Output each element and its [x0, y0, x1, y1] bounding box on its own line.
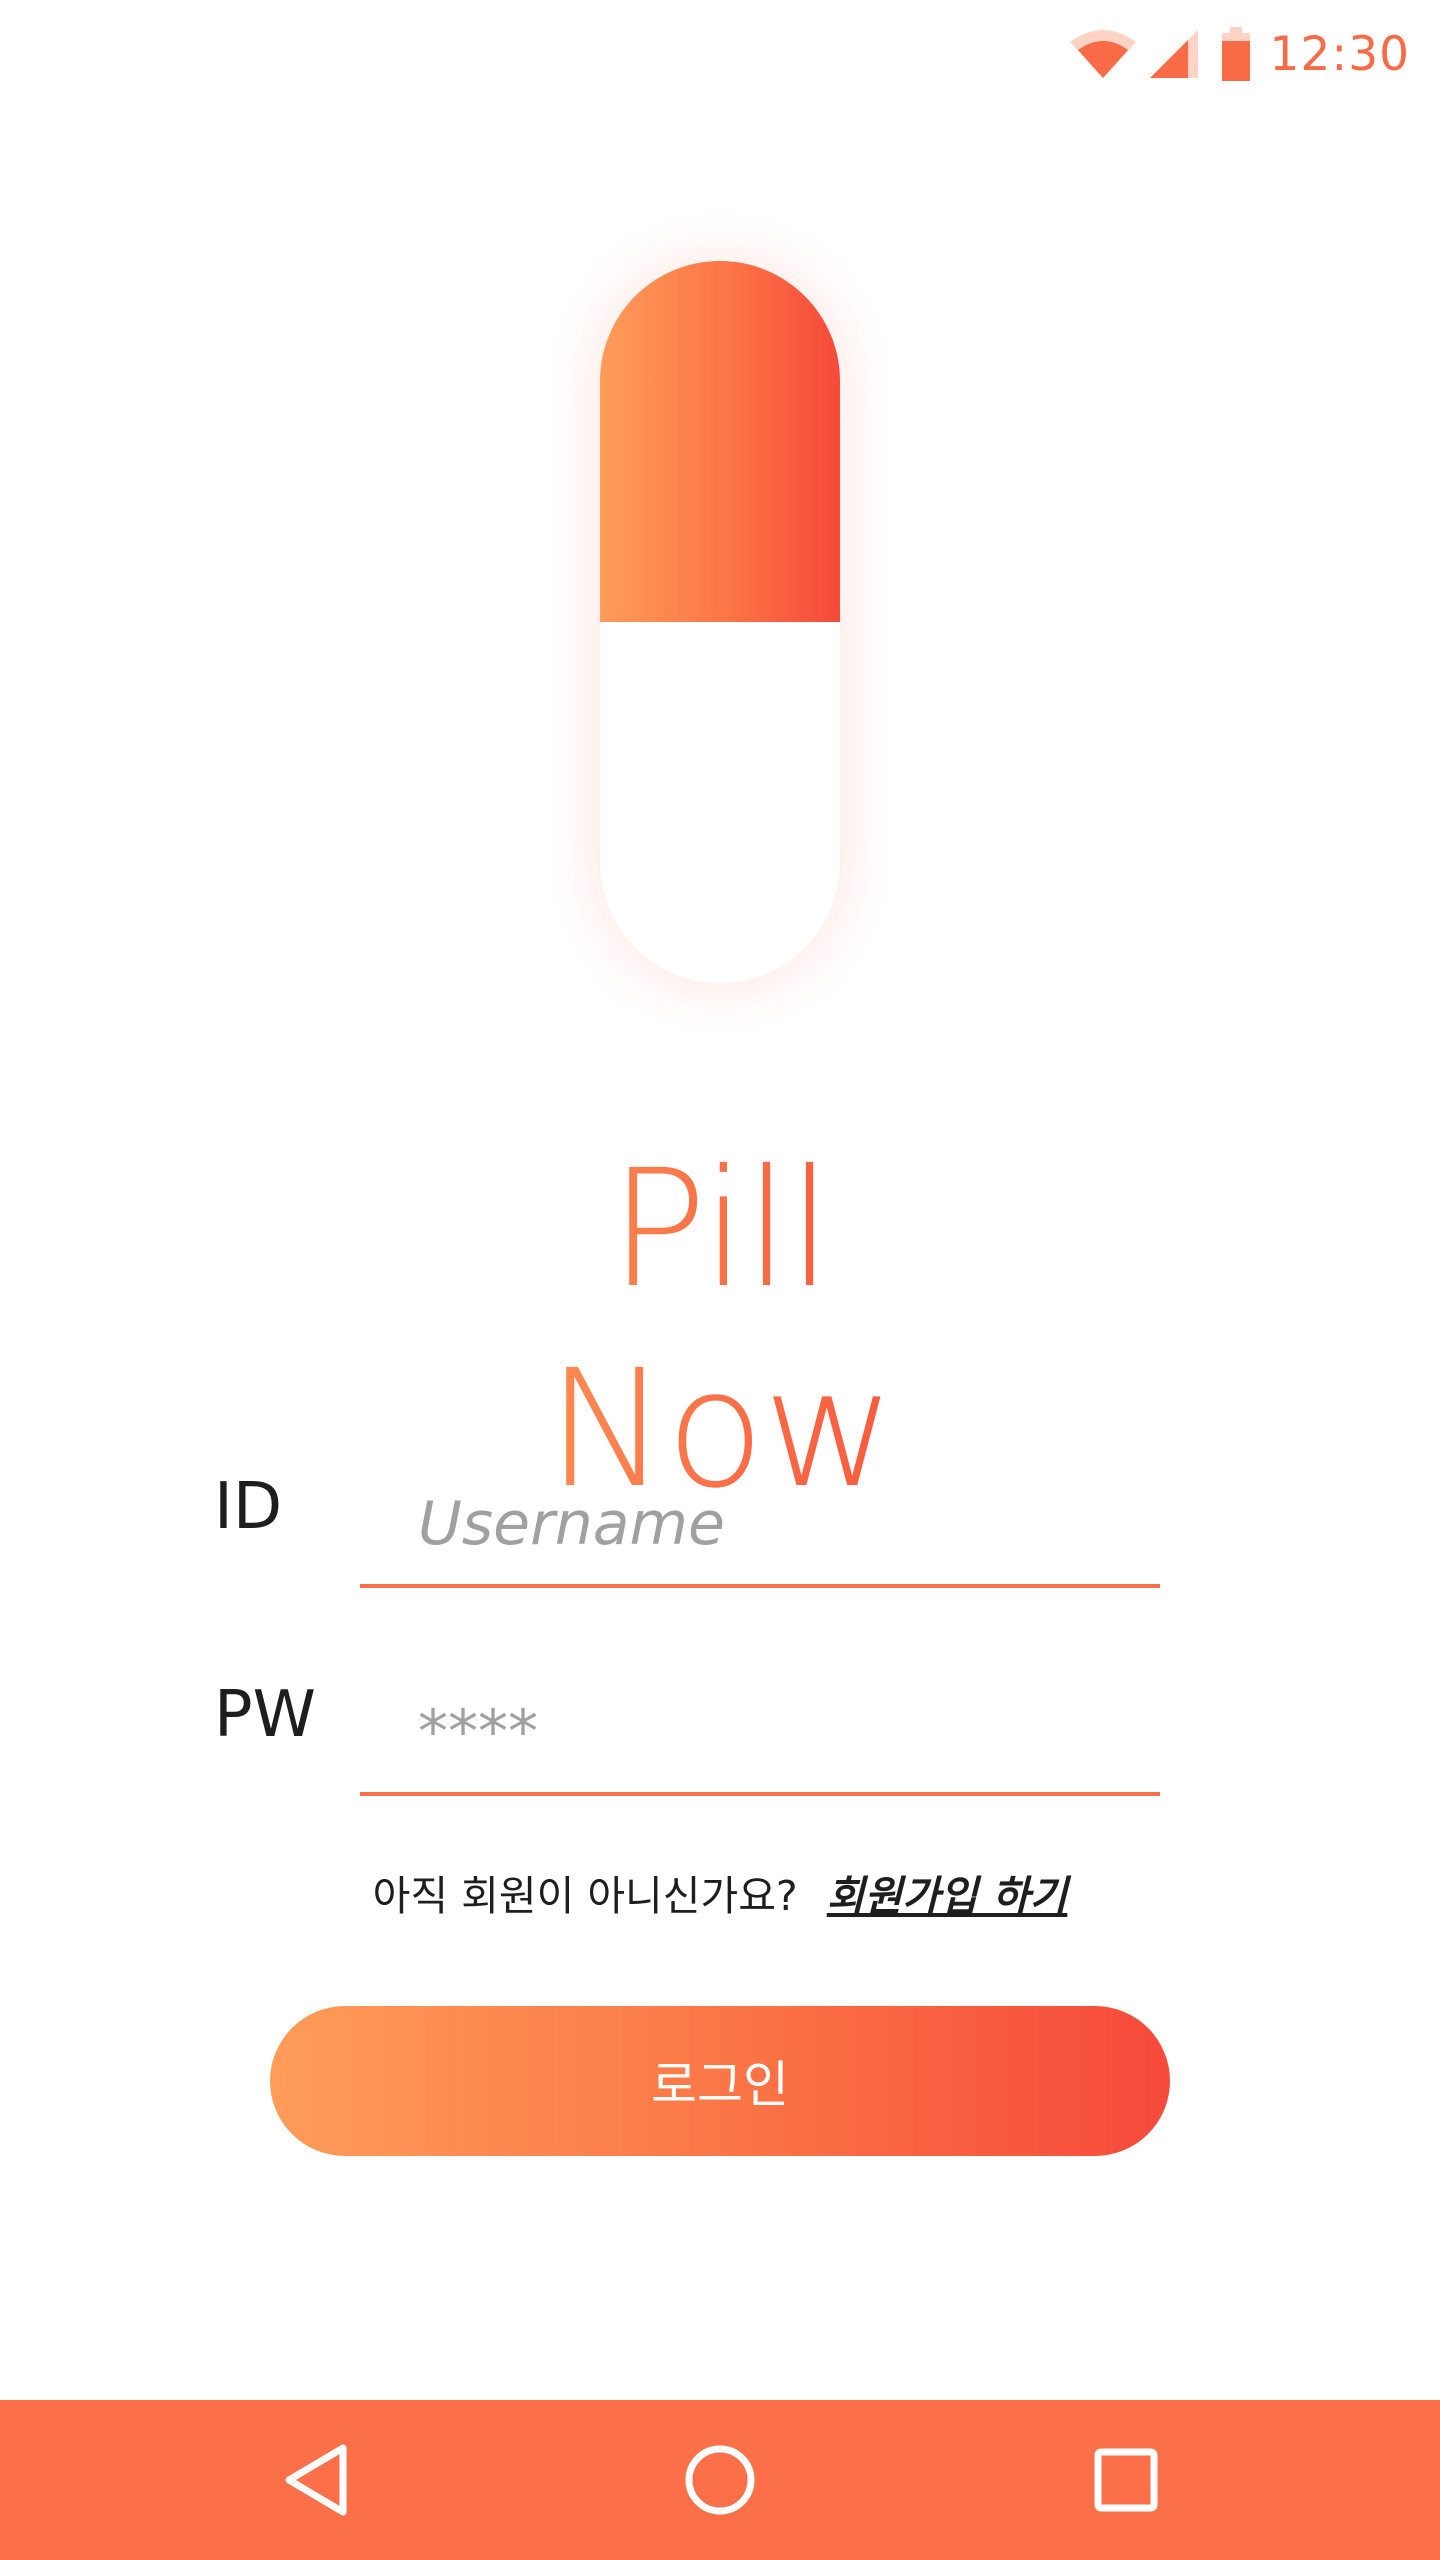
- password-input[interactable]: [360, 1672, 1160, 1792]
- pill-top-half: [600, 261, 840, 622]
- pw-field-container: [360, 1672, 1160, 1796]
- battery-icon: [1221, 27, 1250, 81]
- navigation-bar: [0, 2400, 1440, 2560]
- pill-icon: [600, 261, 840, 983]
- back-icon: [285, 2444, 347, 2516]
- login-button[interactable]: 로그인: [270, 2006, 1170, 2156]
- nav-home-button[interactable]: [640, 2400, 800, 2560]
- signal-icon: [1149, 30, 1198, 78]
- status-bar: 12:30: [0, 0, 1440, 110]
- id-field-container: [360, 1464, 1160, 1588]
- home-icon: [685, 2445, 755, 2515]
- nav-back-button[interactable]: [236, 2400, 396, 2560]
- username-input[interactable]: [360, 1464, 1160, 1584]
- signup-link[interactable]: 회원가입 하기: [827, 1872, 1068, 1920]
- status-clock: 12:30: [1269, 26, 1410, 82]
- signup-prompt: 아직 회원이 아니신가요?: [372, 1872, 798, 1920]
- pill-bottom-half: [600, 622, 840, 983]
- status-icons: 12:30: [1068, 20, 1410, 88]
- wifi-icon: [1069, 30, 1136, 78]
- signup-row: 아직 회원이 아니신가요? 회원가입 하기: [0, 1862, 1440, 1922]
- id-label: ID: [214, 1470, 283, 1544]
- nav-recent-apps-button[interactable]: [1046, 2400, 1206, 2560]
- login-screen: 12:30 Pill Now ID PW 아직 회원이 아니신가요? 회원가입 …: [0, 0, 1440, 2560]
- recent-apps-icon: [1094, 2448, 1158, 2512]
- pw-label: PW: [214, 1678, 316, 1752]
